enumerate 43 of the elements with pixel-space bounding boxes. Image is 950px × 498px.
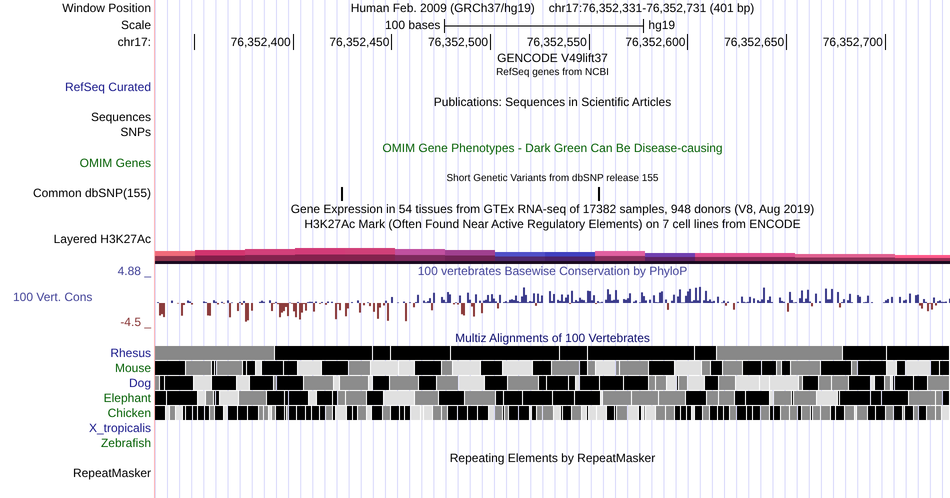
scale-length: 100 bases bbox=[385, 17, 440, 34]
species-label[interactable]: Zebrafish bbox=[100, 436, 151, 451]
track-label[interactable]: Layered H3K27Ac bbox=[54, 232, 151, 247]
track-label[interactable]: Common dbSNP(155) bbox=[32, 186, 151, 201]
track-title: Multiz Alignments of 100 Vertebrates bbox=[455, 331, 650, 346]
axis-min-label: -4.5 _ bbox=[120, 315, 152, 329]
track-label[interactable]: 100 Vert. Cons bbox=[0, 290, 154, 304]
ruler-tick-label: 76,352,700 bbox=[787, 34, 886, 50]
track-title: Gene Expression in 54 tissues from GTEx RNA-seq of 17382 samples, 948 donors (V8, Aug 2019) bbox=[290, 202, 814, 217]
track-label[interactable]: RefSeq Curated bbox=[64, 80, 151, 95]
row-label: Scale bbox=[120, 17, 151, 34]
species-label[interactable]: Rhesus bbox=[110, 346, 151, 361]
track-title: H3K27Ac Mark (Often Found Near Active Regulatory Elements) on 7 cell lines from ENCODE bbox=[304, 217, 801, 232]
track-label[interactable]: OMIM Genes bbox=[80, 156, 151, 171]
track-title: GENCODE V49lift37 bbox=[497, 51, 608, 66]
track-title: Short Genetic Variants from dbSNP release 155 bbox=[446, 172, 658, 186]
ruler-tick-label: 76,352,450 bbox=[294, 34, 392, 50]
axis-max-label: 4.88 _ bbox=[118, 264, 152, 278]
variant-mark[interactable] bbox=[341, 187, 343, 201]
track-label[interactable]: RepeatMasker bbox=[72, 466, 151, 481]
assembly-name: Human Feb. 2009 (GRCh37/hg19) bbox=[350, 0, 535, 17]
track-title: 100 vertebrates Basewise Conservation by PhyloP bbox=[418, 264, 688, 279]
species-label[interactable]: Elephant bbox=[104, 391, 151, 406]
track-title: RefSeq genes from NCBI bbox=[496, 66, 609, 80]
assembly-name: hg19 bbox=[648, 17, 676, 34]
species-label[interactable]: X_tropicalis bbox=[88, 421, 151, 436]
track-label[interactable]: Sequences bbox=[90, 110, 151, 125]
ruler-tick-label: 76,352,550 bbox=[491, 34, 590, 50]
ruler-tick-label: 76,352,650 bbox=[688, 34, 788, 50]
track-title: Publications: Sequences in Scientific Articles bbox=[434, 95, 672, 110]
species-label[interactable]: Chicken bbox=[108, 406, 151, 421]
position-range: chr17:76,352,331-76,352,731 (401 bp) bbox=[548, 0, 754, 17]
ruler-tick-label: 76,352,500 bbox=[392, 34, 492, 50]
variant-mark[interactable] bbox=[598, 187, 600, 201]
track-title: OMIM Gene Phenotypes - Dark Green Can Be Disease-causing bbox=[382, 141, 723, 156]
ruler-tick-label: 76,352,400 bbox=[195, 34, 294, 50]
row-label: Window Position bbox=[62, 0, 151, 17]
ruler-tick-label: 76,352,600 bbox=[590, 34, 688, 50]
species-label[interactable]: Mouse bbox=[114, 361, 151, 376]
track-title: Repeating Elements by RepeatMasker bbox=[450, 451, 656, 466]
track-label[interactable]: SNPs bbox=[120, 125, 151, 140]
row-label: chr17: bbox=[118, 34, 151, 51]
species-label[interactable]: Dog bbox=[128, 376, 151, 391]
